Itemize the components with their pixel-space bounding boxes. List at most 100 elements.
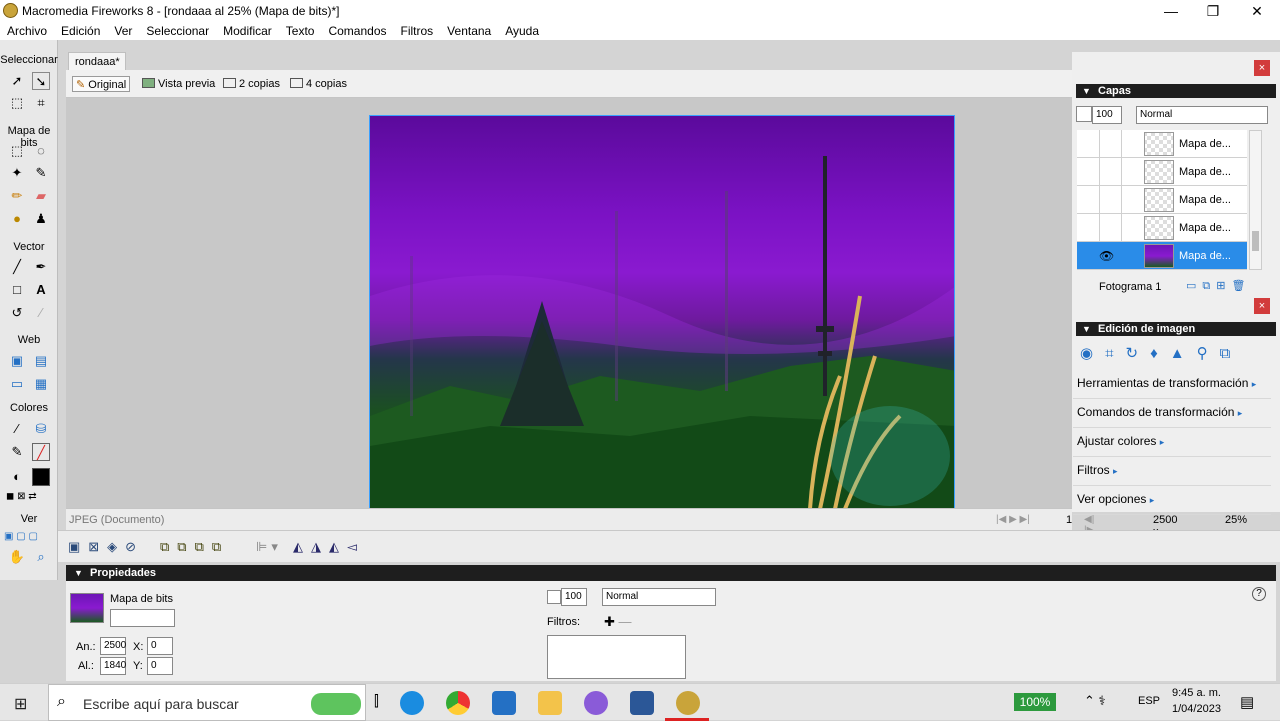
stroke-color-icon[interactable]: ✎ [8,443,26,461]
pointer-icon[interactable]: ➚ [8,72,26,90]
windows-start-icon[interactable]: ⊞ [14,694,27,714]
no-color-icon[interactable]: ╱ [32,443,50,461]
layer-row-selected[interactable]: 👁 Mapa de... [1077,242,1247,270]
width-field[interactable]: 2500 [100,637,126,655]
rotate-flip-icons[interactable]: ◭◮◭◅ [293,539,365,555]
close-button[interactable]: ✕ [1242,2,1272,20]
layers-panel-header[interactable]: Capas [1076,84,1276,98]
view-2up-button[interactable]: 2 copias [223,76,280,92]
view-4up-button[interactable]: 4 copias [290,76,347,92]
image-item-filters[interactable]: Filtros ▸ [1073,457,1271,486]
text-icon[interactable]: A [32,281,50,299]
image-item-adjust-colors[interactable]: Ajustar colores ▸ [1073,428,1271,457]
slice-icon[interactable]: ▤ [32,352,50,370]
group-ungroup-icons[interactable]: ▣⊠◈⊘ [68,539,144,555]
subselect-icon[interactable]: ➘ [32,72,50,90]
properties-header[interactable]: Propiedades [66,565,1276,581]
fill-swatch[interactable] [32,468,50,486]
battery-indicator[interactable]: 100% [1014,693,1056,711]
hand-icon[interactable]: ✋ [8,548,26,566]
layers-scrollbar[interactable] [1249,130,1262,270]
zoom-icon[interactable]: ⌕ [32,548,50,566]
menu-edicion[interactable]: Edición [54,22,107,38]
image-item-transform-tools[interactable]: Herramientas de transformación ▸ [1073,370,1271,399]
image-item-transform-commands[interactable]: Comandos de transformación ▸ [1073,399,1271,428]
clock-time[interactable]: 9:45 a. m. [1172,687,1221,699]
layer-row[interactable]: Mapa de... [1077,130,1247,158]
layer-row[interactable]: Mapa de... [1077,214,1247,242]
color-options-icon[interactable]: ◼ ⊠ ⇄ [6,488,56,506]
minimize-button[interactable]: — [1156,2,1186,20]
opacity-field[interactable]: 100 [561,588,587,606]
view-preview-button[interactable]: Vista previa [142,76,215,92]
document-image[interactable] [369,115,955,508]
edge-icon[interactable] [400,691,424,715]
filters-list[interactable] [547,635,686,679]
image-editing-panel-header[interactable]: Edición de imagen [1076,322,1276,336]
menu-ver[interactable]: Ver [107,22,139,38]
add-filter-icon[interactable]: ✚ — [604,614,632,630]
eraser-icon[interactable]: ▰ [32,187,50,205]
chrome-icon[interactable] [446,691,470,715]
frame-controls[interactable]: |◀ ▶ ▶| [996,514,1030,525]
screen-mode-icon[interactable]: ▣ ▢ ▢ [4,528,56,546]
pen-icon[interactable]: ✒ [32,258,50,276]
clock-date[interactable]: 1/04/2023 [1172,703,1221,715]
taskbar-search[interactable]: ⌕ Escribe aquí para buscar [48,684,366,721]
rubber-stamp-icon[interactable]: ♟ [32,210,50,228]
brush-icon[interactable]: ✎ [32,164,50,182]
layer-row[interactable]: Mapa de... [1077,186,1247,214]
layer-actions-icons[interactable]: ▭⧉⊞🗑 [1186,279,1251,293]
zoom-level[interactable]: 25% [1225,514,1247,526]
notifications-icon[interactable]: ▤ [1240,693,1254,711]
file-explorer-icon[interactable] [538,691,562,715]
freeform-icon[interactable]: ↺ [8,304,26,322]
view-original-button[interactable]: ✎ Original [72,76,131,92]
menu-modificar[interactable]: Modificar [216,22,279,38]
layers-blend-select[interactable]: Normal [1136,106,1268,124]
blend-mode-select[interactable]: Normal [602,588,716,606]
mail-icon[interactable] [492,691,516,715]
crop-icon[interactable]: ⌗ [32,94,50,112]
menu-filtros[interactable]: Filtros [394,22,441,38]
show-hotspots-icon[interactable]: ▦ [32,375,50,393]
fireworks-taskbar-icon[interactable] [676,691,700,715]
language-indicator[interactable]: ESP [1138,695,1160,707]
scale-icon[interactable]: ⬚ [8,94,26,112]
maximize-button[interactable]: ❐ [1198,2,1228,20]
eye-icon[interactable]: 👁 [1099,249,1114,263]
menu-ventana[interactable]: Ventana [440,22,498,38]
system-tray-icons[interactable]: ⌃ ⚕ [1084,693,1106,709]
task-view-icon[interactable]: ⫿ [374,693,379,710]
blur-icon[interactable]: ● [8,210,26,228]
knife-icon[interactable]: ∕ [32,304,50,322]
document-tab[interactable]: rondaaa* [68,52,126,70]
arrange-icons[interactable]: ⧉⧉⧉⧉ [160,539,229,555]
lasso-icon[interactable]: ◌ [32,142,50,160]
magic-wand-icon[interactable]: ✦ [8,164,26,182]
close-layers-panel-icon[interactable]: × [1254,60,1270,76]
fill-color-icon[interactable]: ◐ [8,468,26,486]
help-icon[interactable]: ? [1252,587,1266,601]
word-icon[interactable] [630,691,654,715]
paint-bucket-icon[interactable]: ⛁ [32,420,50,438]
x-field[interactable]: 0 [147,637,173,655]
align-icon[interactable]: ⊫▾ [256,539,282,555]
layer-row[interactable]: Mapa de... [1077,158,1247,186]
marquee-icon[interactable]: ⬚ [8,142,26,160]
image-item-view-options[interactable]: Ver opciones ▸ [1073,486,1271,515]
menu-ayuda[interactable]: Ayuda [498,22,546,38]
line-icon[interactable]: ╱ [8,258,26,276]
menu-texto[interactable]: Texto [279,22,322,38]
layers-opacity-field[interactable]: 100 [1092,106,1122,124]
app-icon[interactable] [584,691,608,715]
eyedropper-icon[interactable]: ⁄ [8,420,26,438]
height-field[interactable]: 1840 [100,657,126,675]
hide-hotspots-icon[interactable]: ▭ [8,375,26,393]
hotspot-icon[interactable]: ▣ [8,352,26,370]
close-image-panel-icon[interactable]: × [1254,298,1270,314]
menu-archivo[interactable]: Archivo [0,22,54,38]
y-field[interactable]: 0 [147,657,173,675]
rectangle-icon[interactable]: □ [8,281,26,299]
image-editing-tools[interactable]: ◉⌗↻♦▲⚲⧉ [1080,344,1270,362]
